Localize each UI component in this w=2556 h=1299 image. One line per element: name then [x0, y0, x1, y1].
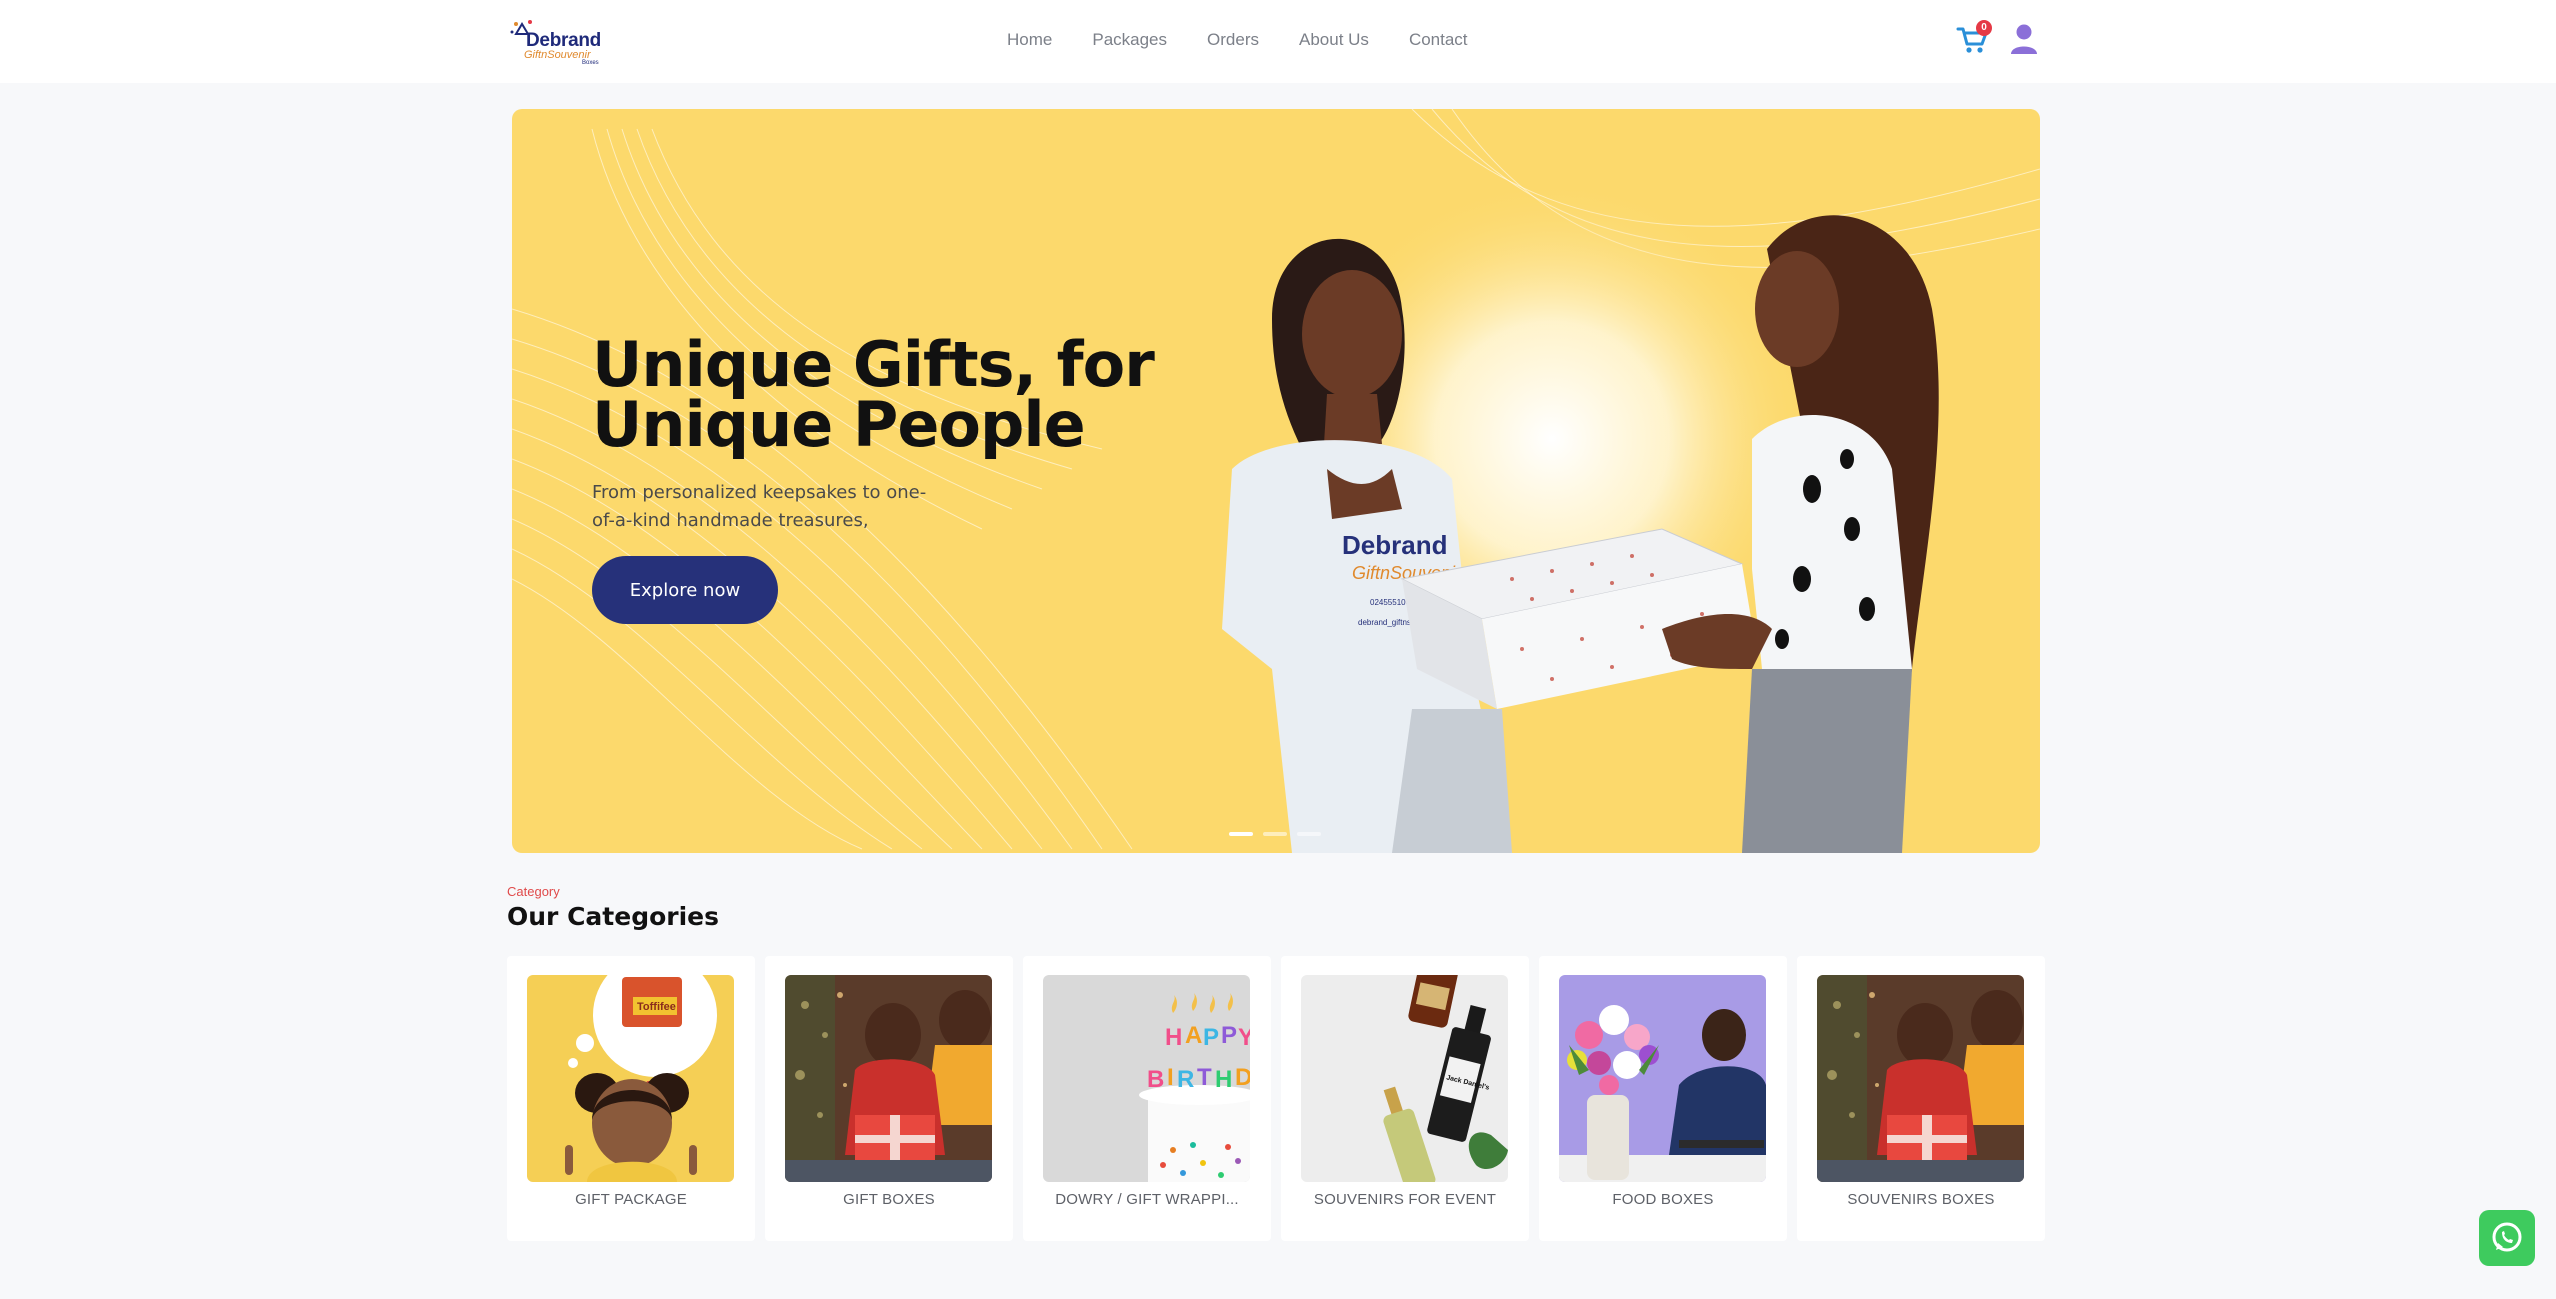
explore-now-button[interactable]: Explore now	[592, 556, 778, 624]
hero-banner: Debrand GiftnSouvenir Boxes 0245551063 d…	[512, 109, 2040, 853]
svg-text:Y: Y	[1238, 1024, 1250, 1051]
couple-gift-image	[1817, 975, 2024, 1182]
svg-text:B: B	[1147, 1066, 1164, 1093]
couple-gift-image	[785, 975, 992, 1182]
nav-home[interactable]: Home	[1007, 30, 1052, 50]
hero-title: Unique Gifts, for Unique People	[592, 334, 1192, 456]
carousel-dot-1[interactable]	[1229, 832, 1253, 836]
svg-text:P: P	[1203, 1024, 1219, 1051]
category-label: GIFT PACKAGE	[575, 1191, 687, 1208]
svg-text:D: D	[1235, 1064, 1250, 1091]
categories-title: Our Categories	[507, 902, 720, 931]
category-card-gift-boxes[interactable]: GIFT BOXES	[765, 956, 1013, 1241]
birthday-cake-image: H A P P Y B I R T H D	[1043, 975, 1250, 1182]
cart-button[interactable]: 0	[1956, 20, 1992, 56]
category-card-food-boxes[interactable]: FOOD BOXES	[1539, 956, 1787, 1241]
svg-text:H: H	[1215, 1066, 1232, 1093]
category-label: DOWRY / GIFT WRAPPI...	[1055, 1191, 1239, 1208]
svg-text:P: P	[1221, 1022, 1237, 1049]
svg-text:H: H	[1165, 1024, 1182, 1051]
nav-contact[interactable]: Contact	[1409, 30, 1468, 50]
cart-count-badge: 0	[1976, 20, 1992, 36]
logo-boxes-text: Boxes	[582, 60, 599, 66]
category-eyebrow: Category	[507, 884, 560, 899]
girl-thinking-gift-image: Toffifee	[527, 975, 734, 1182]
carousel-indicators	[1229, 832, 1321, 836]
user-account-button[interactable]	[2008, 22, 2040, 56]
svg-text:A: A	[1185, 1022, 1202, 1049]
hero-subtitle-line1: From personalized keepsakes to one-	[592, 482, 927, 503]
nav-about-us[interactable]: About Us	[1299, 30, 1369, 50]
category-label: SOUVENIRS FOR EVENT	[1313, 1191, 1497, 1208]
hero-subtitle-line2: of-a-kind handmade treasures,	[592, 510, 869, 531]
user-icon	[2011, 24, 2037, 54]
category-label: FOOD BOXES	[1612, 1191, 1714, 1208]
flowers-image	[1559, 975, 1766, 1182]
main-nav: Home Packages Orders About Us Contact	[1007, 24, 1468, 56]
svg-text:Toffifee: Toffifee	[637, 1001, 676, 1013]
nav-orders[interactable]: Orders	[1207, 30, 1259, 50]
category-card-dowry-gift-wrapping[interactable]: H A P P Y B I R T H D DOWRY / GIFT WRAPP…	[1023, 956, 1271, 1241]
svg-text:I: I	[1167, 1064, 1174, 1091]
brand-logo[interactable]: Debrand GiftnSouvenir Boxes	[508, 18, 608, 66]
whatsapp-button[interactable]	[2479, 1210, 2535, 1266]
hero-title-line2: Unique People	[592, 388, 1086, 461]
nav-packages[interactable]: Packages	[1092, 30, 1167, 50]
carousel-dot-2[interactable]	[1263, 832, 1287, 836]
category-card-souvenirs-for-event[interactable]: Jack Daniel's SOUVENIRS FOR EVENT	[1281, 956, 1529, 1241]
hero-subtitle: From personalized keepsakes to one- of-a…	[592, 479, 952, 535]
svg-text:R: R	[1177, 1066, 1194, 1093]
category-card-gift-package[interactable]: Toffifee GIFT PACKAGE	[507, 956, 755, 1241]
category-label: GIFT BOXES	[843, 1191, 935, 1208]
svg-text:Debrand: Debrand	[1342, 530, 1447, 560]
logo-subtext: GiftnSouvenir	[524, 49, 591, 61]
carousel-dot-3[interactable]	[1297, 832, 1321, 836]
top-navbar: Debrand GiftnSouvenir Boxes Home Package…	[0, 0, 2556, 83]
category-label: SOUVENIRS BOXES	[1847, 1191, 1995, 1208]
category-card-souvenirs-boxes[interactable]: SOUVENIRS BOXES	[1797, 956, 2045, 1241]
whatsapp-icon	[2492, 1222, 2522, 1252]
category-list: Toffifee GIFT PACKAGE GIFT BOXES H A P P…	[507, 956, 2045, 1241]
svg-text:T: T	[1197, 1064, 1212, 1091]
drinks-image: Jack Daniel's	[1301, 975, 1508, 1182]
